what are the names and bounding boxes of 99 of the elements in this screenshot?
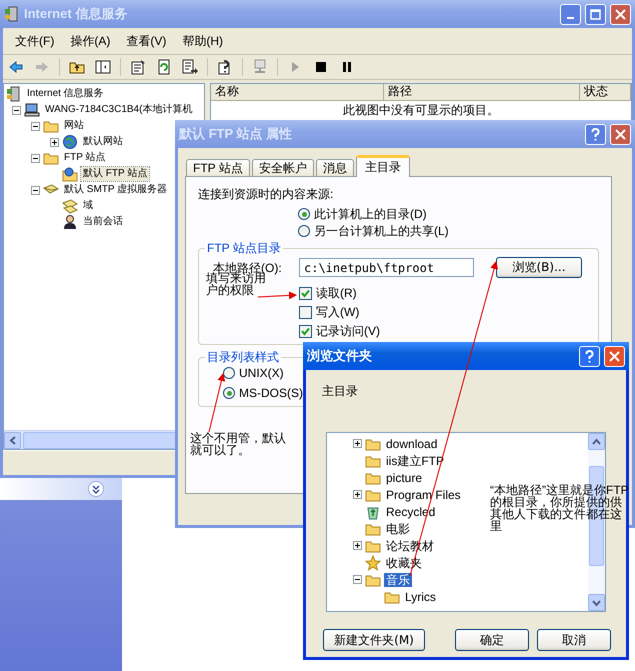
help-icon bbox=[589, 128, 602, 140]
tree-expander[interactable] bbox=[31, 122, 40, 130]
tree-item[interactable]: picture bbox=[384, 470, 424, 484]
column-header[interactable]: 状态 bbox=[580, 84, 631, 100]
field-label: 本地路径(O): bbox=[213, 260, 283, 274]
person-icon bbox=[62, 214, 78, 230]
close-icon bbox=[608, 350, 621, 362]
tree-item[interactable]: WANG-7184C3C1B4(本地计算机 bbox=[43, 103, 194, 117]
tree-item[interactable]: 网站 bbox=[62, 119, 86, 133]
tree-expander[interactable] bbox=[353, 575, 362, 584]
radio-button[interactable] bbox=[298, 225, 310, 237]
radio-option[interactable]: UNIX(X) bbox=[223, 366, 284, 380]
column-header[interactable]: 路径 bbox=[384, 84, 580, 100]
chevron-down-icon[interactable] bbox=[88, 481, 104, 497]
help-icon bbox=[583, 350, 596, 362]
tree-item[interactable]: Program Files bbox=[384, 488, 463, 502]
annotation-arrow bbox=[258, 291, 297, 300]
tree-item[interactable]: 电影 bbox=[384, 522, 412, 536]
checkbox[interactable] bbox=[299, 286, 312, 300]
tree-expander[interactable] bbox=[31, 186, 40, 194]
empty-message: 此视图中没有可显示的项目。 bbox=[342, 102, 500, 117]
envelope-icon bbox=[62, 198, 78, 214]
ok-button[interactable]: 确定 bbox=[455, 629, 529, 651]
tree-expander[interactable] bbox=[12, 106, 21, 114]
radio-option[interactable]: 此计算机上的目录(D) bbox=[298, 207, 427, 221]
radio-button[interactable] bbox=[223, 387, 235, 399]
annotation-text: 填写来访用户的权限 bbox=[206, 272, 266, 296]
computer-icon bbox=[24, 102, 40, 118]
checkbox-option[interactable]: 读取(R) bbox=[299, 286, 357, 300]
refresh-icon[interactable] bbox=[156, 59, 172, 75]
close-icon bbox=[614, 8, 627, 20]
maximize-icon bbox=[589, 8, 602, 20]
server-icon bbox=[6, 86, 22, 102]
window-title: Internet 信息服务 bbox=[24, 7, 128, 21]
group-title: 目录列表样式 bbox=[205, 350, 281, 364]
menu-item[interactable]: 查看(V) bbox=[118, 34, 174, 48]
annotation-text: 这个不用管，默认就可以了。 bbox=[190, 432, 287, 456]
tree-item[interactable]: 音乐 bbox=[384, 572, 412, 586]
chevron-left-icon bbox=[8, 436, 16, 444]
cancel-button[interactable]: 取消 bbox=[537, 629, 611, 651]
star-icon bbox=[365, 554, 381, 570]
group-title: FTP 站点目录 bbox=[205, 241, 283, 255]
close-button[interactable] bbox=[604, 346, 625, 366]
scroll-down-button[interactable] bbox=[588, 594, 605, 611]
tree-expander[interactable] bbox=[31, 154, 40, 162]
tree-item[interactable]: 默认 SMTP 虚拟服务器 bbox=[62, 183, 170, 197]
globe-icon bbox=[62, 134, 78, 150]
radio-button[interactable] bbox=[298, 208, 310, 220]
tree-item[interactable]: 默认网站 bbox=[81, 135, 125, 149]
panel-toggle-icon[interactable] bbox=[95, 59, 111, 75]
tab[interactable]: 消息 bbox=[316, 159, 354, 176]
checkbox-option[interactable]: 记录访问(V) bbox=[299, 324, 380, 338]
dialog-title: 默认 FTP 站点 属性 bbox=[179, 127, 294, 141]
tree-item[interactable]: Lyrics bbox=[403, 590, 438, 604]
menu-item[interactable]: 帮助(H) bbox=[174, 34, 231, 48]
chevron-down-icon bbox=[592, 598, 601, 606]
new-folder-button[interactable]: 新建文件夹(M) bbox=[323, 629, 425, 651]
annotation-arrow bbox=[208, 373, 226, 432]
tree-expander[interactable] bbox=[353, 490, 362, 499]
folder-disk-icon bbox=[62, 166, 78, 182]
help-button[interactable] bbox=[579, 346, 600, 366]
column-header[interactable]: 名称 bbox=[211, 84, 384, 100]
minimize-icon bbox=[567, 17, 574, 19]
server-icon bbox=[4, 6, 20, 22]
tab[interactable]: 主目录 bbox=[356, 155, 410, 177]
tree-item[interactable]: FTP 站点 bbox=[62, 151, 108, 165]
prompt-text: 主目录 bbox=[321, 383, 359, 398]
tree-expander[interactable] bbox=[50, 138, 59, 146]
browse-button[interactable]: 浏览(B)... bbox=[496, 257, 582, 278]
tree-item[interactable]: 域 bbox=[81, 199, 95, 213]
scroll-up-button[interactable] bbox=[588, 433, 605, 450]
radio-option[interactable]: MS-DOS(S) bbox=[223, 386, 303, 400]
checkbox[interactable] bbox=[299, 324, 312, 338]
checkbox-option[interactable]: 写入(W) bbox=[299, 305, 360, 319]
tree-item[interactable]: 当前会话 bbox=[81, 215, 125, 229]
menu-item[interactable]: 文件(F) bbox=[7, 34, 62, 48]
tab[interactable]: FTP 站点 bbox=[186, 159, 250, 176]
scroll-left-button[interactable] bbox=[4, 432, 21, 448]
tree-item[interactable]: Internet 信息服务 bbox=[25, 87, 106, 101]
checkmark-icon bbox=[301, 288, 310, 298]
menu-item[interactable]: 操作(A) bbox=[62, 34, 118, 48]
back-arrow-icon[interactable] bbox=[8, 59, 24, 75]
radio-option[interactable]: 另一台计算机上的共享(L) bbox=[298, 224, 449, 238]
stop-icon[interactable] bbox=[313, 59, 329, 75]
tree-item[interactable]: 默认 FTP 站点 bbox=[81, 167, 150, 181]
properties-icon[interactable] bbox=[130, 59, 146, 75]
radio-button[interactable] bbox=[223, 367, 235, 379]
path-field[interactable]: c:\inetpub\ftproot bbox=[299, 258, 474, 277]
dialog-title: 浏览文件夹 bbox=[307, 349, 373, 363]
source-label: 连接到资源时的内容来源: bbox=[198, 187, 334, 201]
chevron-up-icon bbox=[592, 438, 601, 446]
checkbox[interactable] bbox=[299, 306, 312, 318]
tab[interactable]: 安全帐户 bbox=[252, 159, 314, 176]
tree-expander[interactable] bbox=[353, 439, 362, 448]
checkmark-icon bbox=[301, 326, 310, 336]
tree-item[interactable]: download bbox=[384, 436, 440, 450]
close-icon bbox=[614, 128, 627, 140]
tree-expander[interactable] bbox=[353, 541, 362, 550]
export-icon[interactable] bbox=[182, 59, 198, 75]
